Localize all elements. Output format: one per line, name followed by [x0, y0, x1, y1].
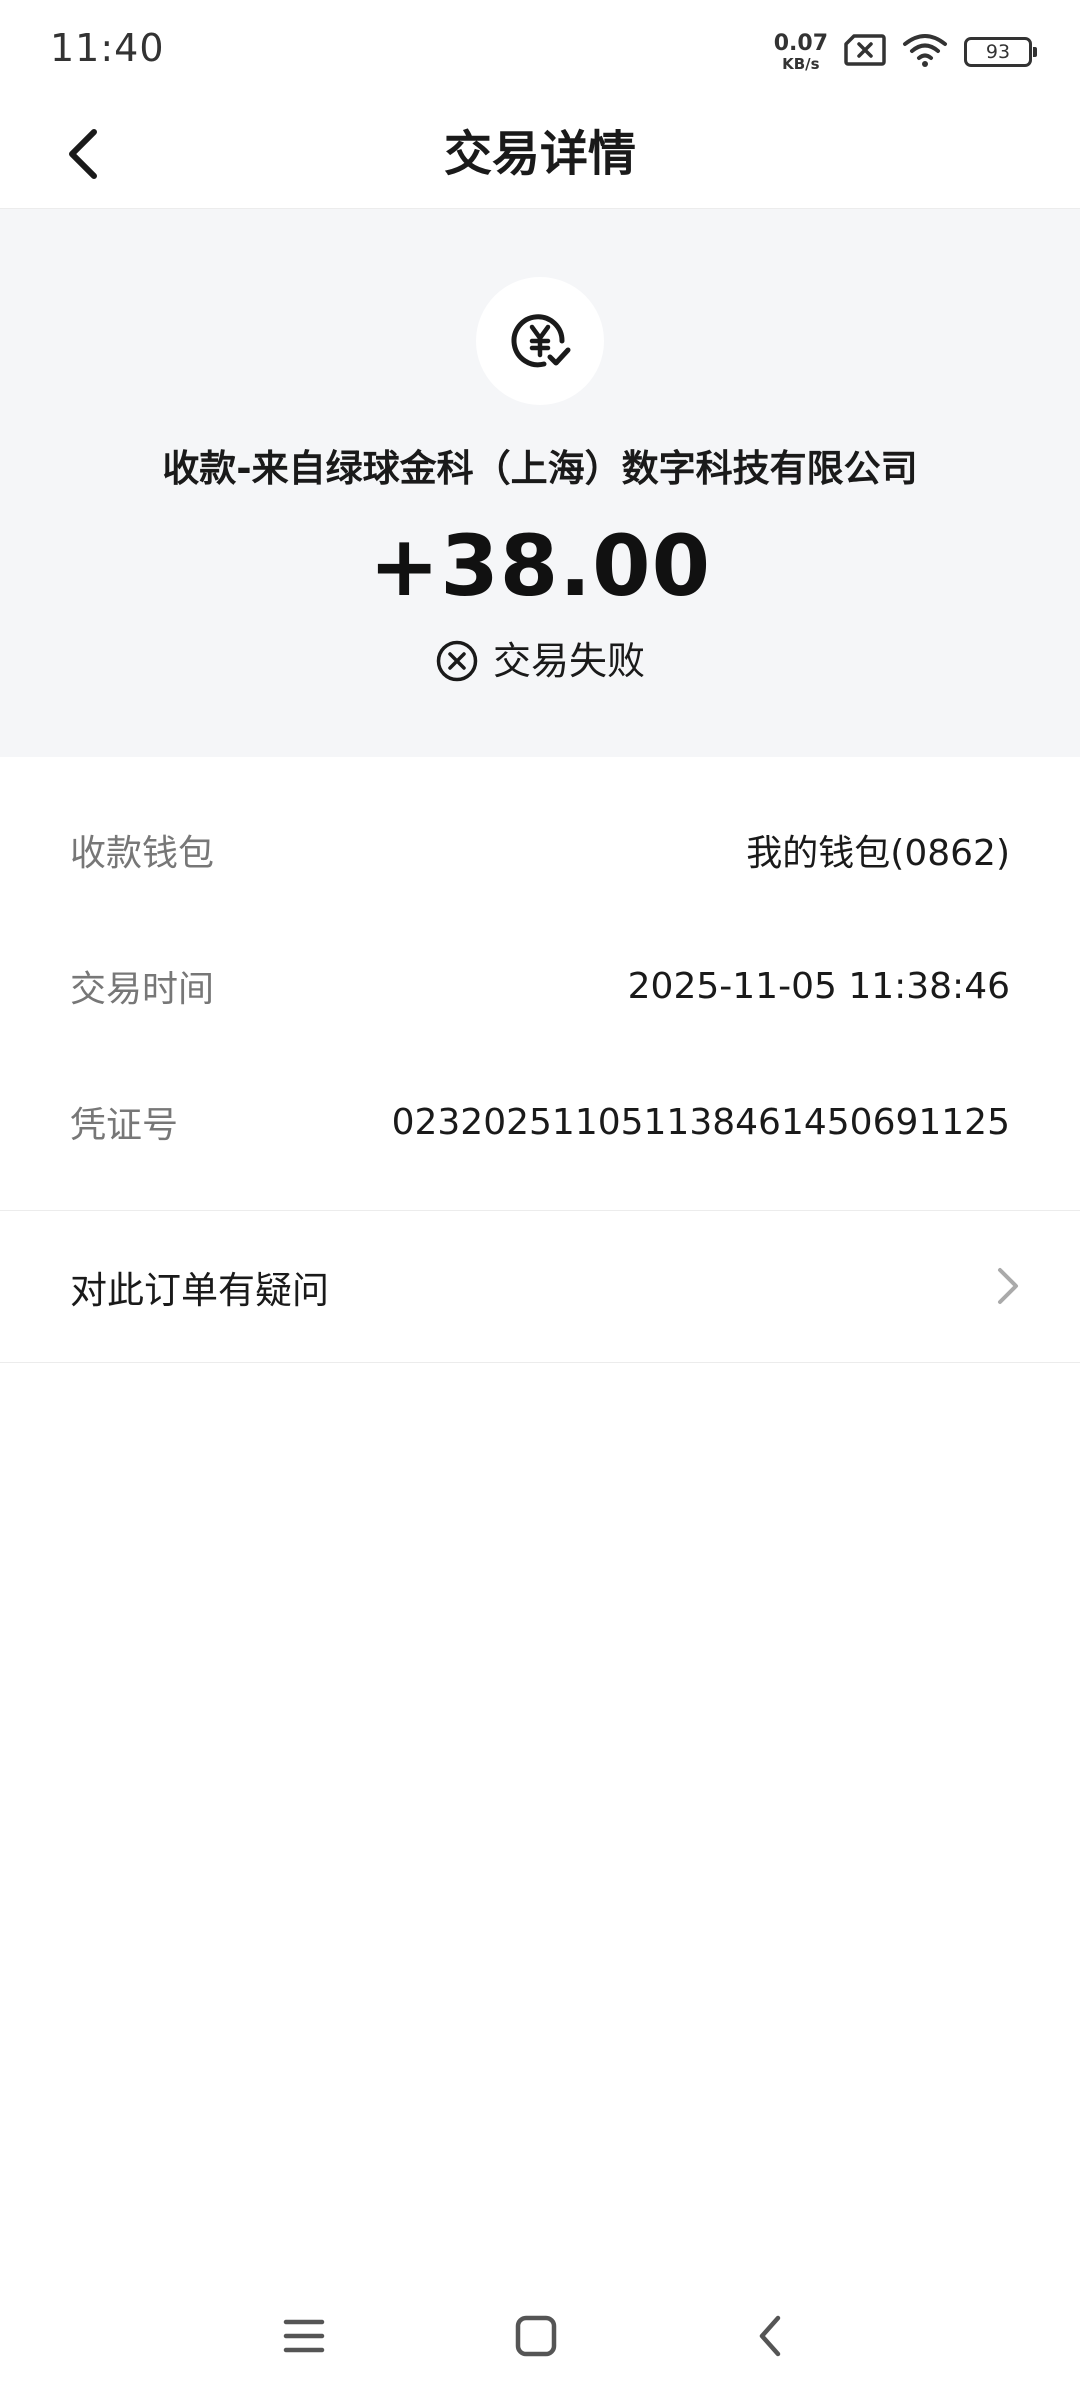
menu-button[interactable] — [272, 2304, 336, 2368]
network-speed: 0.07 KB/s — [773, 30, 828, 73]
system-back-icon — [759, 2315, 781, 2357]
voucher-value: 0232025110511384614506911​25 — [391, 1101, 1010, 1143]
transaction-summary: 收款-来自绿球金科（上海）数字科技有限公司 +38.00 交易失败 — [0, 209, 1080, 757]
order-question-label: 对此订单有疑问 — [70, 1269, 329, 1312]
battery-indicator: 93 — [964, 37, 1037, 67]
payer-description: 收款-来自绿球金科（上海）数字科技有限公司 — [162, 447, 918, 490]
yuan-receive-icon — [511, 314, 571, 368]
time-label: 交易时间 — [70, 969, 215, 1010]
navigation-bar: 交易详情 — [0, 100, 1080, 209]
transaction-status: 交易失败 — [0, 633, 1080, 689]
transaction-status-text: 交易失败 — [492, 639, 645, 683]
network-speed-unit: KB/s — [782, 54, 820, 73]
receive-icon-container — [476, 277, 604, 405]
wifi-icon — [902, 32, 948, 72]
system-back-button[interactable] — [738, 2304, 802, 2368]
page-title: 交易详情 — [443, 126, 636, 182]
voucher-label: 凭证号 — [70, 1105, 179, 1146]
detail-row-voucher: 凭证号 0232025110511384614506911​25 — [70, 1092, 1010, 1152]
detail-row-wallet: 收款钱包 我的钱包(0862) — [70, 820, 1010, 880]
wallet-label: 收款钱包 — [70, 833, 215, 874]
order-question-row[interactable]: 对此订单有疑问 — [0, 1212, 1080, 1362]
chevron-right-icon — [998, 1268, 1018, 1304]
divider — [0, 1210, 1080, 1211]
home-button[interactable] — [504, 2304, 568, 2368]
network-speed-value: 0.07 — [773, 30, 828, 56]
failed-circle-x-icon — [436, 640, 478, 682]
home-square-icon — [515, 2315, 557, 2357]
time-value: 2025-11-05 11:38:46 — [627, 965, 1010, 1007]
divider — [0, 1362, 1080, 1363]
status-bar: 11:40 0.07 KB/s 93 — [0, 0, 1080, 100]
status-time: 11:40 — [50, 26, 165, 70]
transaction-amount: +38.00 — [368, 517, 712, 615]
status-icons: 0.07 KB/s 93 — [773, 30, 1037, 74]
menu-icon — [283, 2319, 325, 2353]
detail-row-time: 交易时间 2025-11-05 11:38:46 — [70, 956, 1010, 1016]
wallet-value: 我的钱包(0862) — [746, 833, 1010, 874]
system-navigation-bar — [0, 2280, 1080, 2390]
no-sim-icon — [844, 33, 886, 71]
